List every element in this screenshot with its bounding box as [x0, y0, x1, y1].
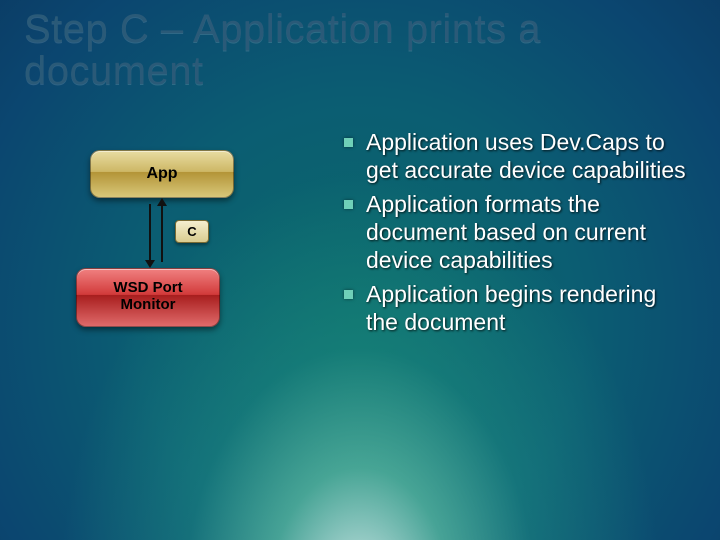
bullet-list: Application uses Dev.Caps to get accurat…	[340, 128, 692, 342]
arrow-line-down	[149, 204, 151, 262]
arrow-head-down-icon	[145, 260, 155, 268]
slide-title: Step C – Application prints a document	[24, 8, 696, 92]
list-item: Application begins rendering the documen…	[340, 280, 692, 336]
arrow-head-up-icon	[157, 198, 167, 206]
list-item: Application formats the document based o…	[340, 190, 692, 274]
connector-arrows: C	[155, 198, 157, 268]
slide: Step C – Application prints a document A…	[0, 0, 720, 540]
connector-badge: C	[175, 220, 209, 243]
diagram-column: App C WSD PortMonitor	[70, 150, 290, 327]
arrow-line-up	[161, 204, 163, 262]
wsd-port-monitor-box: WSD PortMonitor	[76, 268, 220, 327]
app-box: App	[90, 150, 234, 198]
list-item: Application uses Dev.Caps to get accurat…	[340, 128, 692, 184]
